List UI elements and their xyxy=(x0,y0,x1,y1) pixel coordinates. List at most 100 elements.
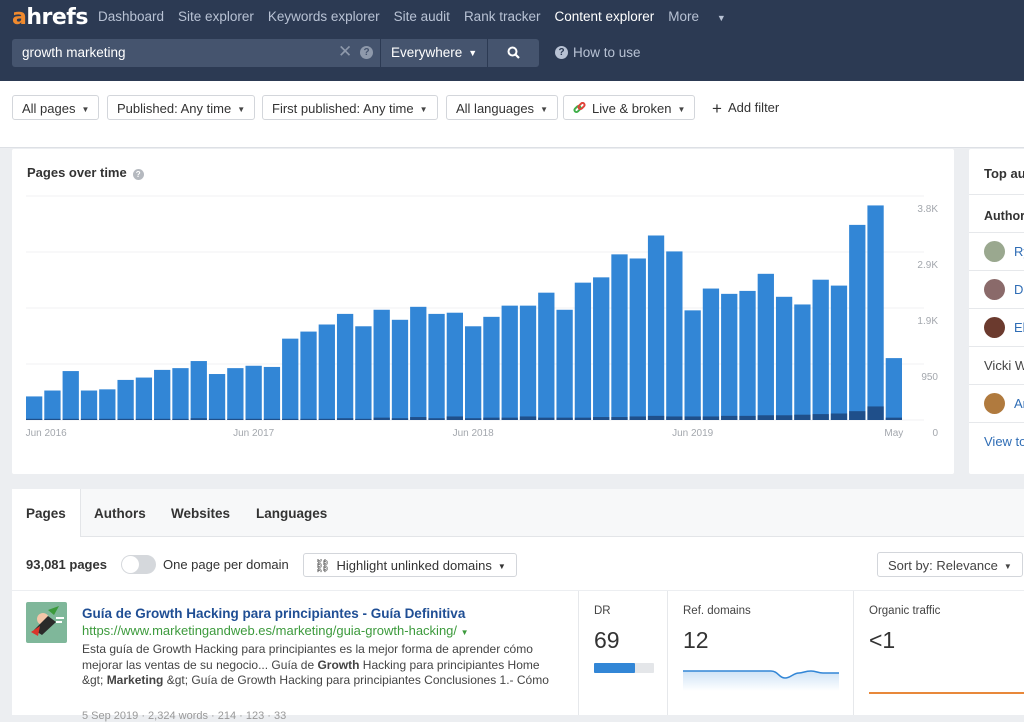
nav-site-explorer[interactable]: Site explorer xyxy=(178,9,254,24)
tab-authors[interactable]: Authors xyxy=(94,506,146,521)
result-thumbnail[interactable] xyxy=(26,602,67,643)
y-tick-label: 2.9K xyxy=(917,260,938,271)
bar-broken xyxy=(885,417,902,420)
filter-all-pages[interactable]: All pages ▼ xyxy=(12,95,100,120)
one-page-per-domain-toggle[interactable] xyxy=(121,555,156,574)
search-input[interactable]: growth marketing ✕ ? xyxy=(12,39,380,67)
bar-broken xyxy=(355,418,372,420)
page-count: 93,081 pages xyxy=(26,557,107,572)
bar-broken xyxy=(519,416,537,420)
bar-broken xyxy=(684,416,701,420)
view-top-authors-link[interactable]: View to xyxy=(969,422,1024,460)
results-tabs: Pages Authors Websites Languages xyxy=(12,489,1024,538)
bar-broken xyxy=(757,415,774,420)
add-filter-button[interactable]: + Add filter xyxy=(712,99,779,119)
help-icon[interactable]: ? xyxy=(360,46,373,59)
tab-languages[interactable]: Languages xyxy=(256,506,327,521)
x-tick-label: May xyxy=(884,428,903,439)
bar-broken xyxy=(483,417,500,420)
nav-rank-tracker[interactable]: Rank tracker xyxy=(464,9,541,24)
unlink-icon: ⛓ xyxy=(314,558,331,573)
bar-broken xyxy=(172,418,189,420)
bar-live xyxy=(172,368,189,420)
bar-broken xyxy=(556,417,573,420)
filter-first-published[interactable]: First published: Any time ▼ xyxy=(262,95,438,120)
filter-languages[interactable]: All languages ▼ xyxy=(446,95,558,120)
bar-broken xyxy=(135,418,153,420)
bar-live xyxy=(355,326,372,420)
chevron-down-icon: ▼ xyxy=(716,13,726,23)
dr-bar-fill xyxy=(594,663,636,673)
bar-live xyxy=(849,224,866,420)
top-authors-title: Top au xyxy=(984,166,1024,181)
bar-broken xyxy=(721,415,738,420)
ref-domains-sparkline xyxy=(683,670,839,691)
bar-live xyxy=(593,277,610,420)
author-row[interactable]: Ar xyxy=(969,384,1024,422)
filter-live-broken[interactable]: Live & broken ▼ xyxy=(563,95,696,120)
nav-keywords-explorer[interactable]: Keywords explorer xyxy=(268,9,380,24)
dr-metric: DR 69 xyxy=(578,591,667,715)
nav-more[interactable]: More ▼ xyxy=(668,9,725,24)
clear-icon[interactable]: ✕ xyxy=(338,42,352,62)
bar-live xyxy=(26,396,43,420)
chevron-down-icon: ▼ xyxy=(1003,562,1012,571)
sort-dropdown[interactable]: Sort by: Relevance ▼ xyxy=(877,552,1023,577)
bar-broken xyxy=(446,416,463,420)
bar-broken xyxy=(245,418,262,420)
bar-broken xyxy=(318,418,335,420)
bar-broken xyxy=(666,416,683,420)
bar-live xyxy=(629,258,646,420)
author-row[interactable]: Da xyxy=(969,270,1024,308)
chevron-down-icon[interactable]: ▼ xyxy=(461,628,469,637)
top-nav-bar: ahrefs Dashboard Site explorer Keywords … xyxy=(0,0,1024,81)
author-row[interactable]: El xyxy=(969,308,1024,346)
nav-dashboard[interactable]: Dashboard xyxy=(98,9,164,24)
bar-live xyxy=(830,285,848,420)
bar-live xyxy=(373,309,390,420)
bar-live xyxy=(318,324,335,420)
nav-site-audit[interactable]: Site audit xyxy=(394,9,450,24)
result-url[interactable]: https://www.marketingandweb.es/marketing… xyxy=(82,623,469,638)
bar-broken xyxy=(336,418,354,420)
highlight-unlinked-dropdown[interactable]: ⛓ Highlight unlinked domains ▼ xyxy=(303,553,517,577)
organic-traffic-sparkline xyxy=(869,692,1024,694)
bar-broken xyxy=(208,418,226,420)
bar-live xyxy=(757,273,774,420)
bar-broken xyxy=(62,418,79,420)
main-nav: Dashboard Site explorer Keywords explore… xyxy=(98,9,740,24)
bar-broken xyxy=(154,418,171,420)
search-query: growth marketing xyxy=(22,45,126,60)
bar-live xyxy=(574,282,592,420)
author-row[interactable]: Ry xyxy=(969,232,1024,270)
pages-over-time-chart: 0 950 1.9K 2.9K 3.8K Jun 2016 Jun 2017 Jun 2018… xyxy=(26,195,938,439)
search-button[interactable] xyxy=(488,39,539,67)
plus-icon: + xyxy=(712,99,722,118)
tab-websites[interactable]: Websites xyxy=(171,506,230,521)
bar-live xyxy=(812,279,829,420)
nav-content-explorer[interactable]: Content explorer xyxy=(554,9,654,24)
filter-bar: All pages ▼ Published: Any time ▼ First pu… xyxy=(0,81,1024,148)
bar-live xyxy=(867,205,884,420)
ahrefs-logo[interactable]: ahrefs xyxy=(12,5,88,30)
ref-domains-value: 12 xyxy=(683,627,709,653)
how-to-use-link[interactable]: ? How to use xyxy=(555,45,641,60)
result-title-link[interactable]: Guía de Growth Hacking para principiante… xyxy=(82,606,465,621)
bar-live xyxy=(775,296,793,420)
bar-broken xyxy=(428,418,445,420)
filter-published[interactable]: Published: Any time ▼ xyxy=(107,95,256,120)
bar-broken xyxy=(702,416,720,420)
chevron-down-icon: ▼ xyxy=(468,48,478,58)
results-panel: 93,081 pages One page per domain ⛓ Highli… xyxy=(12,537,1024,722)
bar-live xyxy=(117,379,134,420)
tab-pages[interactable]: Pages xyxy=(12,489,81,538)
bar-broken xyxy=(849,411,866,420)
bar-live xyxy=(154,369,171,420)
dr-bar xyxy=(594,663,654,673)
dr-value: 69 xyxy=(594,627,620,653)
search-scope-dropdown[interactable]: Everywhere ▼ xyxy=(381,39,487,67)
bar-broken xyxy=(574,417,592,420)
x-tick-label: Jun 2017 xyxy=(233,428,275,439)
bar-broken xyxy=(190,418,207,420)
x-tick-label: Jun 2018 xyxy=(453,428,495,439)
